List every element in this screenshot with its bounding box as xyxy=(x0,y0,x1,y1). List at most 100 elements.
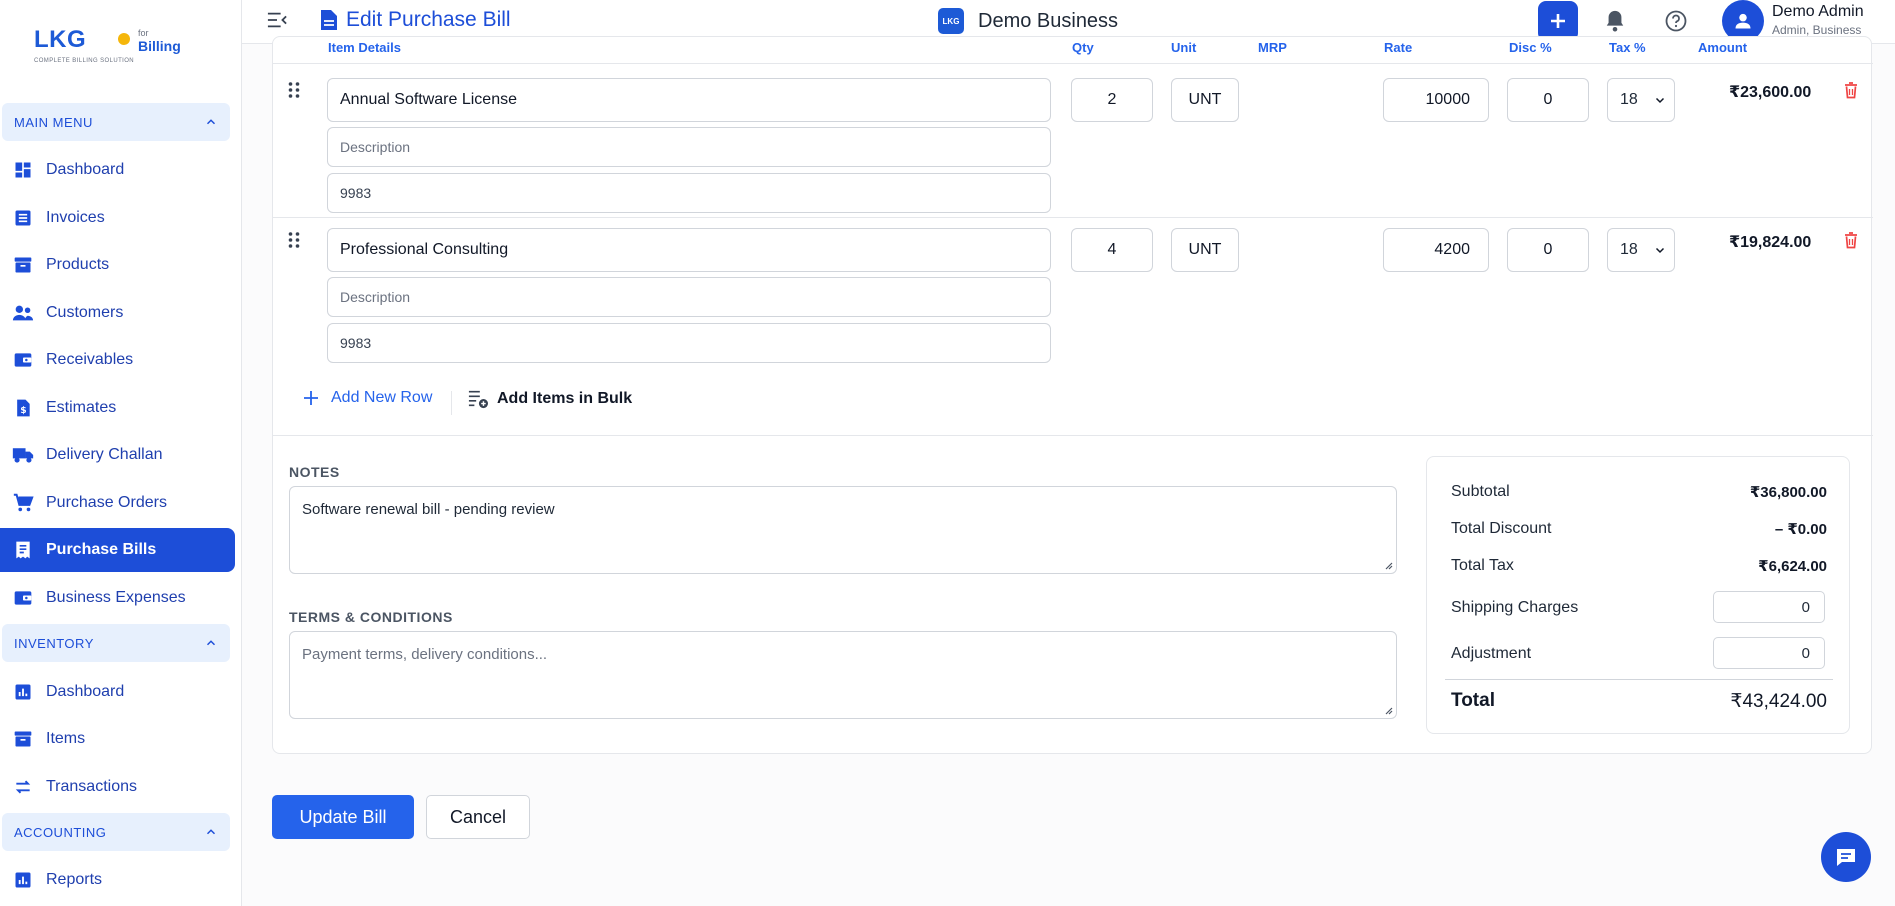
subtotal-label: Subtotal xyxy=(1451,483,1510,500)
estimate-icon: $ xyxy=(12,397,34,419)
user-role: Admin, Business xyxy=(1772,23,1862,37)
notes-textarea[interactable]: Software renewal bill - pending review xyxy=(289,486,1397,574)
sidebar-item-dashboard[interactable]: Dashboard xyxy=(0,148,235,192)
chat-icon xyxy=(1837,849,1855,866)
add-new-row-button[interactable]: Add New Row xyxy=(303,389,432,407)
help-icon[interactable] xyxy=(1664,9,1688,33)
section-label: INVENTORY xyxy=(14,635,94,651)
add-items-bulk-button[interactable]: Add Items in Bulk xyxy=(467,389,632,409)
section-inventory[interactable]: INVENTORY xyxy=(2,624,230,662)
total-value: ₹43,424.00 xyxy=(1730,691,1827,712)
sidebar-item-customers[interactable]: Customers xyxy=(0,291,235,335)
user-name: Demo Admin xyxy=(1772,3,1864,20)
add-items-bulk-label: Add Items in Bulk xyxy=(497,390,633,407)
sidebar-item-items[interactable]: Items xyxy=(0,717,235,761)
total-label: Total xyxy=(1451,690,1495,711)
menu-collapse-icon[interactable] xyxy=(266,10,288,30)
section-accounting[interactable]: ACCOUNTING xyxy=(2,813,230,851)
shipping-label: Shipping Charges xyxy=(1451,599,1579,616)
section-main-menu[interactable]: MAIN MENU xyxy=(2,103,230,141)
section-label: ACCOUNTING xyxy=(14,824,107,840)
summary-divider xyxy=(1445,679,1833,680)
discount-input[interactable]: 0 xyxy=(1507,78,1589,122)
sidebar-item-invoices[interactable]: Invoices xyxy=(0,196,235,240)
cart-icon xyxy=(12,492,34,514)
unit-input[interactable]: UNT xyxy=(1171,78,1239,122)
sidebar-item-label: Transactions xyxy=(46,778,137,795)
col-tax: Tax % xyxy=(1609,40,1646,55)
update-bill-button[interactable]: Update Bill xyxy=(272,795,414,839)
item-name-input[interactable]: Annual Software License xyxy=(327,78,1051,122)
subtotal-value: ₹36,800.00 xyxy=(1749,484,1827,501)
adjustment-label: Adjustment xyxy=(1451,645,1532,662)
document-icon xyxy=(321,10,337,30)
col-unit: Unit xyxy=(1171,40,1197,55)
section-divider xyxy=(273,435,1873,436)
col-mrp: MRP xyxy=(1258,40,1287,55)
item-description-input[interactable]: Description xyxy=(327,277,1051,317)
sidebar-item-purchase-bills[interactable]: Purchase Bills xyxy=(0,528,235,572)
rate-input[interactable]: 10000 xyxy=(1383,78,1489,122)
terms-textarea[interactable]: Payment terms, delivery conditions... xyxy=(289,631,1397,719)
chart-icon xyxy=(12,869,34,891)
sidebar-item-purchase-orders[interactable]: Purchase Orders xyxy=(0,481,235,525)
item-hsn-input[interactable]: 9983 xyxy=(327,173,1051,213)
tax-select[interactable]: 18 xyxy=(1607,228,1675,272)
row-divider xyxy=(273,217,1873,218)
logo-billing: Billing xyxy=(138,38,181,54)
chevron-down-icon xyxy=(1654,244,1666,256)
col-amount: Amount xyxy=(1698,40,1748,55)
unit-input[interactable]: UNT xyxy=(1171,228,1239,272)
delete-icon[interactable] xyxy=(1844,232,1858,249)
adjustment-input[interactable]: 0 xyxy=(1713,637,1825,669)
sidebar-item-label: Estimates xyxy=(46,399,117,416)
sidebar-item-products[interactable]: Products xyxy=(0,243,235,287)
sidebar-item-label: Dashboard xyxy=(46,161,125,178)
item-name-input[interactable]: Professional Consulting xyxy=(327,228,1051,272)
item-hsn-input[interactable]: 9983 xyxy=(327,323,1051,363)
cancel-button[interactable]: Cancel xyxy=(426,795,530,839)
drag-handle-icon[interactable] xyxy=(287,81,301,99)
svg-text:$: $ xyxy=(20,405,26,416)
resize-grip-icon[interactable] xyxy=(1383,560,1393,570)
discount-label: Total Discount xyxy=(1451,520,1552,537)
sidebar-item-label: Products xyxy=(46,256,110,273)
bell-icon[interactable] xyxy=(1604,9,1626,33)
item-description-input[interactable]: Description xyxy=(327,127,1051,167)
sidebar-item-receivables[interactable]: Receivables xyxy=(0,338,235,382)
chevron-up-icon xyxy=(204,115,218,129)
sidebar-item-label: Items xyxy=(46,730,86,747)
col-rate: Rate xyxy=(1384,40,1413,55)
sidebar-item-label: Customers xyxy=(46,304,124,321)
business-switcher[interactable]: LKG Demo Business xyxy=(938,8,1118,34)
action-divider xyxy=(451,391,452,415)
sidebar-item-label: Dashboard xyxy=(46,683,125,700)
plus-icon xyxy=(304,391,318,405)
rate-input[interactable]: 4200 xyxy=(1383,228,1489,272)
tax-select[interactable]: 18 xyxy=(1607,78,1675,122)
resize-grip-icon[interactable] xyxy=(1383,705,1393,715)
sidebar-item-estimates[interactable]: $ Estimates xyxy=(0,386,235,430)
truck-icon xyxy=(12,444,34,466)
chat-button[interactable] xyxy=(1821,832,1871,882)
discount-input[interactable]: 0 xyxy=(1507,228,1589,272)
brand-logo[interactable]: LKG for Billing COMPLETE BILLING SOLUTIO… xyxy=(34,22,194,72)
sidebar-item-transactions[interactable]: Transactions xyxy=(0,765,235,809)
dashboard-icon xyxy=(12,159,34,181)
user-icon xyxy=(1735,13,1751,29)
sidebar-item-label: Purchase Orders xyxy=(46,494,167,511)
chevron-up-icon xyxy=(204,825,218,839)
qty-input[interactable]: 2 xyxy=(1071,78,1153,122)
receipt-icon xyxy=(12,539,34,561)
shipping-input[interactable]: 0 xyxy=(1713,591,1825,623)
qty-input[interactable]: 4 xyxy=(1071,228,1153,272)
sidebar-item-reports[interactable]: Reports xyxy=(0,858,235,902)
delete-icon[interactable] xyxy=(1844,82,1858,99)
sidebar-item-inventory-dashboard[interactable]: Dashboard xyxy=(0,670,235,714)
sidebar-item-business-expenses[interactable]: Business Expenses xyxy=(0,576,235,620)
wallet-icon xyxy=(12,349,34,371)
sidebar-item-label: Reports xyxy=(46,871,103,888)
quick-add-button[interactable] xyxy=(1538,1,1578,41)
sidebar-item-delivery-challan[interactable]: Delivery Challan xyxy=(0,433,235,477)
drag-handle-icon[interactable] xyxy=(287,231,301,249)
